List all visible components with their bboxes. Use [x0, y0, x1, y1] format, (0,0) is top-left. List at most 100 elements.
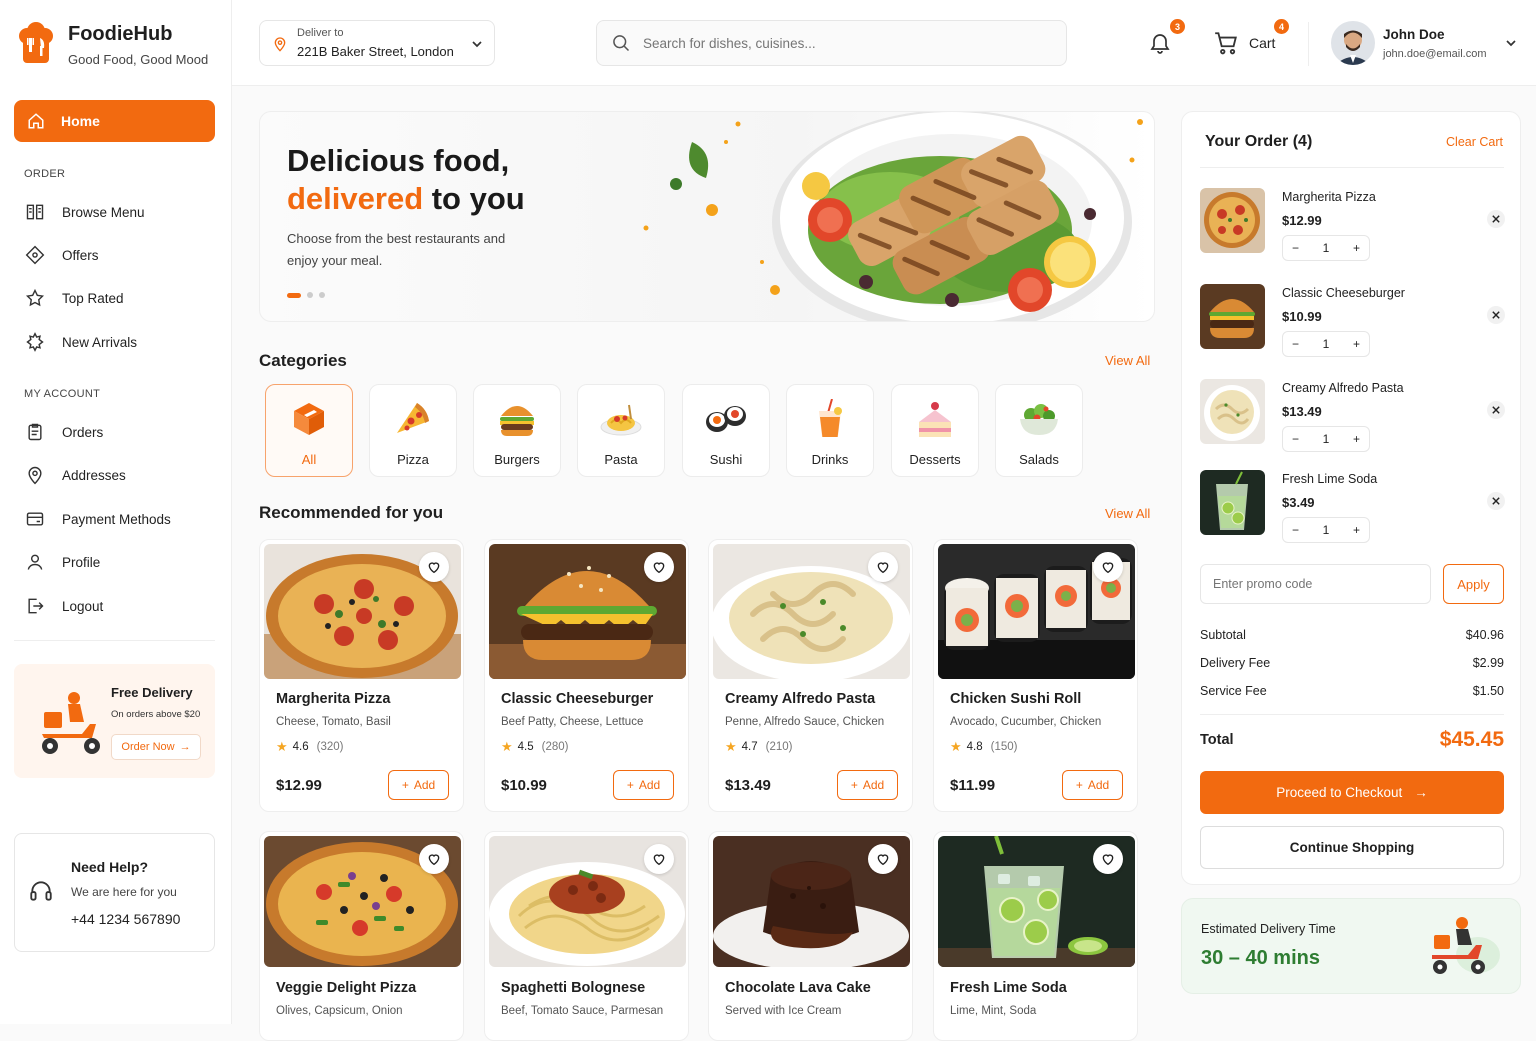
add-to-cart-button[interactable]: + Add: [1062, 770, 1123, 800]
food-card-fresh-lime-soda[interactable]: Fresh Lime Soda Lime, Mint, Soda: [933, 831, 1138, 1041]
quantity-stepper[interactable]: − 1 +: [1282, 517, 1370, 543]
category-salads-label: Salads: [1019, 452, 1059, 467]
category-all[interactable]: All: [265, 384, 353, 477]
offer-tag-icon: [25, 245, 45, 265]
plus-icon[interactable]: +: [1353, 337, 1360, 351]
plus-icon[interactable]: +: [1353, 241, 1360, 255]
remove-item-button[interactable]: [1487, 210, 1505, 228]
quantity-stepper[interactable]: − 1 +: [1282, 426, 1370, 452]
cart-badge: 4: [1274, 19, 1289, 34]
nav-profile[interactable]: Profile: [24, 552, 100, 572]
minus-icon[interactable]: −: [1292, 432, 1299, 446]
search-input[interactable]: [643, 35, 1043, 51]
user-menu[interactable]: John Doe john.doe@email.com: [1331, 21, 1516, 65]
remove-item-button[interactable]: [1487, 306, 1505, 324]
quantity-value: 1: [1322, 337, 1330, 351]
categories-view-all-link[interactable]: View All: [1105, 353, 1150, 368]
divider: [1308, 22, 1309, 66]
quantity-stepper[interactable]: − 1 +: [1282, 331, 1370, 357]
category-burgers[interactable]: Burgers: [473, 384, 561, 477]
favorite-button[interactable]: [644, 844, 674, 874]
remove-item-button[interactable]: [1487, 401, 1505, 419]
location-pin-icon: [28, 466, 42, 485]
remove-item-button[interactable]: [1487, 492, 1505, 510]
food-card-classic-cheeseburger[interactable]: Classic Cheeseburger Beef Patty, Cheese,…: [484, 539, 689, 812]
carousel-dots[interactable]: [287, 292, 325, 298]
food-description: Penne, Alfredo Sauce, Chicken: [725, 716, 885, 728]
add-to-cart-button[interactable]: + Add: [837, 770, 898, 800]
checkout-button[interactable]: Proceed to Checkout →: [1200, 771, 1504, 814]
credit-card-icon: [26, 512, 44, 526]
carousel-dot[interactable]: [307, 292, 313, 298]
favorite-button[interactable]: [868, 844, 898, 874]
order-item-price: $12.99: [1282, 213, 1322, 228]
food-name: Creamy Alfredo Pasta: [725, 691, 876, 707]
carousel-dot[interactable]: [319, 292, 325, 298]
add-to-cart-button[interactable]: + Add: [613, 770, 674, 800]
recommended-view-all-link[interactable]: View All: [1105, 506, 1150, 521]
rating-value: 4.8: [966, 741, 983, 753]
hero-banner[interactable]: Delicious food, delivered to you Choose …: [259, 111, 1155, 322]
nav-logout-label: Logout: [62, 598, 104, 614]
quantity-stepper[interactable]: − 1 +: [1282, 235, 1370, 261]
food-rating: ★ 4.8 (150): [950, 739, 1018, 755]
nav-logout[interactable]: Logout: [24, 596, 103, 616]
burger-icon: [500, 406, 534, 436]
food-card-veggie-delight-pizza[interactable]: Veggie Delight Pizza Olives, Capsicum, O…: [259, 831, 464, 1041]
continue-shopping-button[interactable]: Continue Shopping: [1200, 826, 1504, 869]
nav-new-arrivals[interactable]: New Arrivals: [24, 332, 137, 352]
category-sushi[interactable]: Sushi: [682, 384, 770, 477]
delivery-address: 221B Baker Street, London: [297, 44, 454, 59]
category-salads[interactable]: Salads: [995, 384, 1083, 477]
menu-book-icon: [26, 204, 44, 220]
promo-code-input[interactable]: [1200, 564, 1431, 604]
minus-icon[interactable]: −: [1292, 241, 1299, 255]
nav-top-rated[interactable]: Top Rated: [24, 288, 124, 308]
category-drinks[interactable]: Drinks: [786, 384, 874, 477]
food-card-chocolate-lava-cake[interactable]: Chocolate Lava Cake Served with Ice Crea…: [708, 831, 913, 1041]
carousel-dot-active[interactable]: [287, 292, 301, 298]
order-now-button[interactable]: Order Now →: [111, 734, 201, 760]
food-card-creamy-alfredo-pasta[interactable]: Creamy Alfredo Pasta Penne, Alfredo Sauc…: [708, 539, 913, 812]
food-name: Chicken Sushi Roll: [950, 691, 1082, 707]
delivery-address-selector[interactable]: Deliver to 221B Baker Street, London: [259, 20, 495, 66]
plus-icon[interactable]: +: [1353, 523, 1360, 537]
category-pizza[interactable]: Pizza: [369, 384, 457, 477]
cart-button[interactable]: Cart 4: [1213, 19, 1289, 56]
favorite-button[interactable]: [644, 552, 674, 582]
food-card-chicken-sushi-roll[interactable]: Chicken Sushi Roll Avocado, Cucumber, Ch…: [933, 539, 1138, 812]
food-name: Chocolate Lava Cake: [725, 980, 871, 996]
nav-new-arrivals-label: New Arrivals: [62, 334, 138, 350]
help-title: Need Help?: [71, 859, 149, 875]
favorite-button[interactable]: [868, 552, 898, 582]
category-desserts[interactable]: Desserts: [891, 384, 979, 477]
clear-cart-link[interactable]: Clear Cart: [1446, 135, 1503, 149]
food-description: Beef, Tomato Sauce, Parmesan: [501, 1005, 664, 1017]
nav-addresses[interactable]: Addresses: [24, 465, 126, 485]
favorite-button[interactable]: [1093, 552, 1123, 582]
brand-logo[interactable]: FoodieHub Good Food, Good Mood: [18, 22, 208, 67]
minus-icon[interactable]: −: [1292, 337, 1299, 351]
favorite-button[interactable]: [1093, 844, 1123, 874]
plus-icon[interactable]: +: [1353, 432, 1360, 446]
search-bar[interactable]: [596, 20, 1067, 66]
nav-browse-menu[interactable]: Browse Menu: [24, 202, 145, 222]
favorite-button[interactable]: [419, 844, 449, 874]
nav-offers[interactable]: Offers: [24, 245, 99, 265]
review-count: (210): [765, 741, 793, 753]
category-pasta[interactable]: Pasta: [577, 384, 665, 477]
help-phone[interactable]: +44 1234 567890: [71, 911, 180, 927]
nav-orders[interactable]: Orders: [24, 422, 103, 442]
nav-payment-methods[interactable]: Payment Methods: [24, 509, 171, 529]
apply-promo-button[interactable]: Apply: [1443, 564, 1504, 604]
notifications-button[interactable]: 3: [1148, 19, 1185, 56]
nav-browse-menu-label: Browse Menu: [62, 204, 145, 220]
minus-icon[interactable]: −: [1292, 523, 1299, 537]
food-card-margherita-pizza[interactable]: Margherita Pizza Cheese, Tomato, Basil ★…: [259, 539, 464, 812]
food-card-spaghetti-bolognese[interactable]: Spaghetti Bolognese Beef, Tomato Sauce, …: [484, 831, 689, 1041]
favorite-button[interactable]: [419, 552, 449, 582]
nav-home[interactable]: Home: [14, 100, 215, 142]
add-to-cart-button[interactable]: + Add: [388, 770, 449, 800]
order-item-price: $10.99: [1282, 309, 1322, 324]
star-icon: ★: [501, 739, 513, 754]
